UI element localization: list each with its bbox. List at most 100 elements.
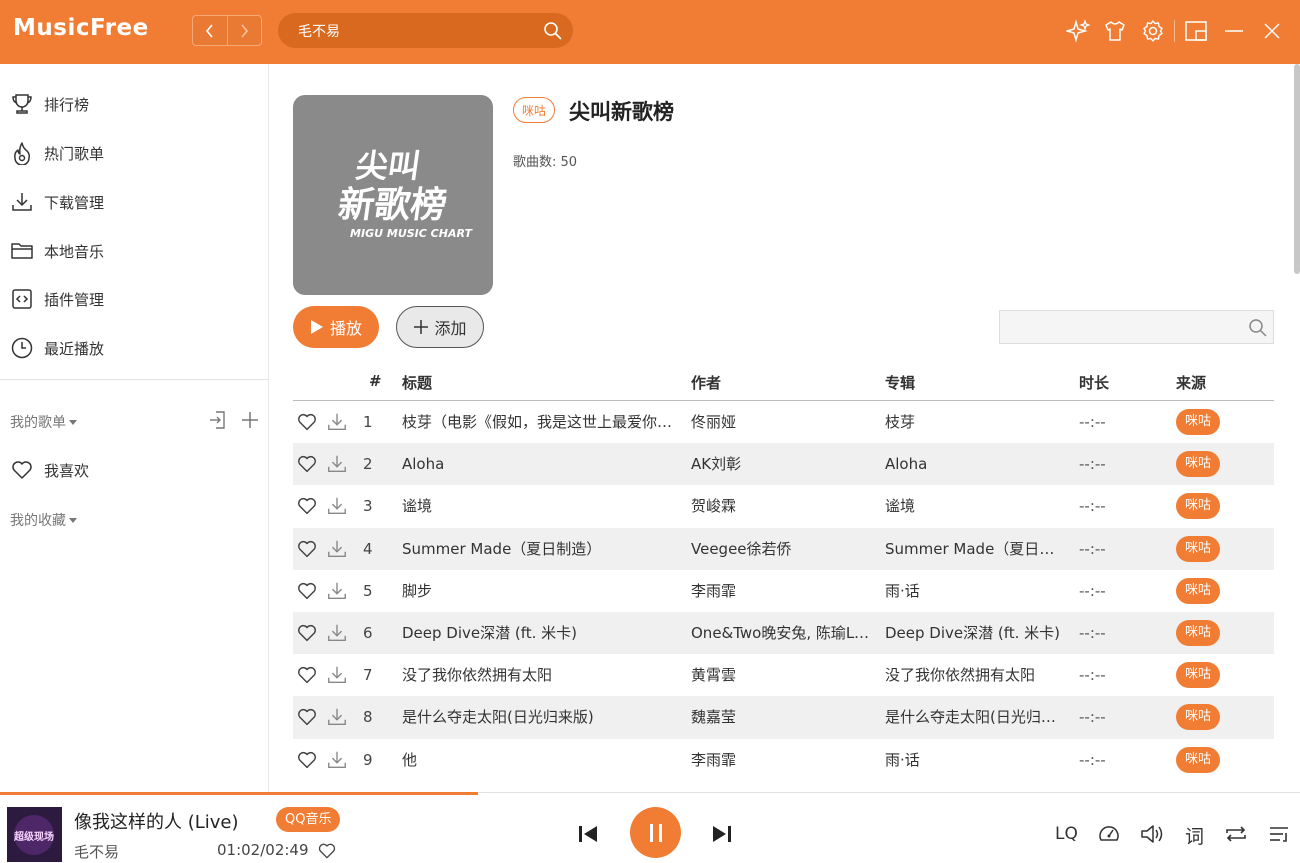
theme-shirt-icon[interactable]	[1103, 19, 1127, 43]
forward-button[interactable]	[226, 16, 262, 45]
table-row[interactable]: 1 枝芽（电影《假如，我是这世上最爱你的人》主题曲） 佟丽娅 枝芽 --:-- 咪咕	[293, 401, 1274, 444]
speed-gauge-icon[interactable]	[1097, 822, 1121, 846]
favorite-button[interactable]	[296, 654, 318, 696]
sidebar-item-local-music[interactable]: 本地音乐	[10, 236, 104, 266]
download-button[interactable]	[326, 696, 348, 738]
row-source: 咪咕	[1176, 443, 1236, 485]
close-icon[interactable]	[1261, 19, 1283, 43]
row-source: 咪咕	[1176, 696, 1236, 738]
previous-track-icon[interactable]	[577, 823, 599, 845]
table-row[interactable]: 5 脚步 李雨霏 雨·话 --:-- 咪咕	[293, 569, 1274, 612]
row-title: Deep Dive深潜 (ft. 米卡)	[402, 623, 578, 642]
download-button[interactable]	[326, 739, 348, 781]
import-sheet-icon[interactable]	[208, 410, 228, 430]
quality-button[interactable]: LQ	[1055, 824, 1078, 844]
nav-buttons	[192, 15, 262, 46]
heart-icon	[298, 540, 316, 557]
favorite-button[interactable]	[296, 570, 318, 612]
table-row[interactable]: 7 没了我你依然拥有太阳 黄霄雲 没了我你依然拥有太阳 --:-- 咪咕	[293, 654, 1274, 697]
row-artist: 李雨霏	[691, 750, 737, 769]
my-collections-toggle[interactable]: 我的收藏	[10, 510, 78, 530]
now-playing-source: QQ音乐	[276, 807, 341, 832]
back-button[interactable]	[193, 16, 227, 45]
playlist-icon[interactable]	[1267, 822, 1293, 846]
next-track-icon[interactable]	[711, 823, 733, 845]
song-filter-input[interactable]	[1000, 311, 1240, 343]
favorite-button[interactable]	[296, 612, 318, 654]
pause-button[interactable]	[630, 807, 681, 858]
plus-icon	[414, 320, 429, 334]
sidebar-item-plugins[interactable]: 插件管理	[10, 284, 104, 314]
table-row[interactable]: 2 Aloha AK刘彰 Aloha --:-- 咪咕	[293, 443, 1274, 486]
heart-icon	[298, 582, 316, 599]
search-icon[interactable]	[1248, 318, 1268, 338]
song-table: # 标题 作者 专辑 时长 来源 1 枝芽（电影《假如，我是这世上最爱你的人》主题…	[293, 361, 1274, 792]
favorite-button[interactable]	[296, 485, 318, 527]
sidebar-item-hot-sheets[interactable]: 热门歌单	[10, 138, 104, 168]
volume-icon[interactable]	[1139, 822, 1165, 846]
minimize-icon[interactable]	[1223, 19, 1245, 43]
table-row[interactable]: 9 他 李雨霏 雨·话 --:-- 咪咕	[293, 738, 1274, 781]
add-to-sheet-button[interactable]: 添加	[396, 306, 484, 348]
settings-gear-icon[interactable]	[1141, 19, 1165, 43]
row-title: Aloha	[402, 455, 445, 474]
row-source: 咪咕	[1176, 401, 1236, 443]
favorite-button[interactable]	[296, 528, 318, 570]
sidebar: 排行榜 热门歌单 下载管理 本地音乐 插件管理 最近播放 我的歌单 我喜欢 我的…	[0, 64, 269, 792]
search-bar	[278, 13, 573, 48]
download-icon	[328, 413, 346, 431]
download-button[interactable]	[326, 570, 348, 612]
sidebar-item-label: 本地音乐	[44, 242, 105, 261]
favorite-button[interactable]	[296, 401, 318, 443]
sheet-cover: 尖叫 新歌榜 MIGU MUSIC CHART	[293, 95, 493, 295]
search-input[interactable]	[298, 13, 538, 48]
sidebar-item-recent[interactable]: 最近播放	[10, 333, 104, 363]
table-row[interactable]: 4 Summer Made（夏日制造） Veegee徐若侨 Summer Made（夏…	[293, 527, 1274, 570]
download-icon	[12, 193, 32, 211]
sidebar-item-label: 最近播放	[44, 339, 105, 358]
download-button[interactable]	[326, 401, 348, 443]
repeat-icon[interactable]	[1223, 822, 1249, 846]
download-button[interactable]	[326, 443, 348, 485]
sidebar-item-rankings[interactable]: 排行榜	[10, 89, 89, 119]
progress-bar[interactable]	[0, 792, 479, 795]
download-button[interactable]	[326, 612, 348, 654]
sparkle-icon[interactable]	[1066, 19, 1090, 43]
col-title: 标题	[402, 374, 433, 392]
download-icon	[328, 709, 346, 726]
favorite-button[interactable]	[296, 696, 318, 738]
download-button[interactable]	[326, 654, 348, 696]
my-sheets-toggle[interactable]: 我的歌单	[10, 412, 78, 432]
source-badge: 咪咕	[1176, 746, 1221, 773]
download-icon	[328, 624, 346, 641]
row-album: 没了我你依然拥有太阳	[885, 666, 1036, 685]
sidebar-item-favorites[interactable]: 我喜欢	[10, 455, 89, 485]
sidebar-item-downloads[interactable]: 下载管理	[10, 187, 104, 217]
row-title: 谧境	[402, 497, 433, 516]
play-all-button[interactable]: 播放	[293, 306, 379, 348]
table-row[interactable]: 3 谧境 贺峻霖 谧境 --:-- 咪咕	[293, 485, 1274, 528]
row-title: 没了我你依然拥有太阳	[402, 666, 553, 685]
heart-icon	[298, 498, 316, 515]
clock-icon	[11, 337, 33, 359]
download-button[interactable]	[326, 528, 348, 570]
row-artist: 贺峻霖	[691, 497, 737, 516]
download-icon	[328, 751, 346, 768]
now-playing-cover[interactable]: 超级现场	[7, 807, 62, 862]
heart-icon[interactable]	[317, 841, 337, 861]
favorite-button[interactable]	[296, 443, 318, 485]
lyrics-button[interactable]: 词	[1185, 822, 1204, 849]
table-row[interactable]: 6 Deep Dive深潜 (ft. 米卡) One&Two晚安兔, 陈瑜LeleC…	[293, 611, 1274, 655]
table-row[interactable]: 8 是什么夺走太阳(日光归来版) 魏嘉莹 是什么夺走太阳(日光归来版) --:-- 咪咕	[293, 696, 1274, 739]
add-sheet-icon[interactable]	[240, 410, 260, 430]
cover-line3: MIGU MUSIC CHART	[350, 227, 473, 240]
source-badge: 咪咕	[1176, 493, 1221, 520]
download-button[interactable]	[326, 485, 348, 527]
page-scrollbar[interactable]	[1294, 64, 1300, 274]
row-source: 咪咕	[1176, 654, 1236, 696]
favorite-button[interactable]	[296, 739, 318, 781]
cover-art: 尖叫 新歌榜 MIGU MUSIC CHART	[336, 147, 474, 240]
search-icon[interactable]	[543, 21, 563, 41]
sidebar-divider	[0, 379, 268, 380]
mini-mode-icon[interactable]	[1184, 19, 1208, 43]
